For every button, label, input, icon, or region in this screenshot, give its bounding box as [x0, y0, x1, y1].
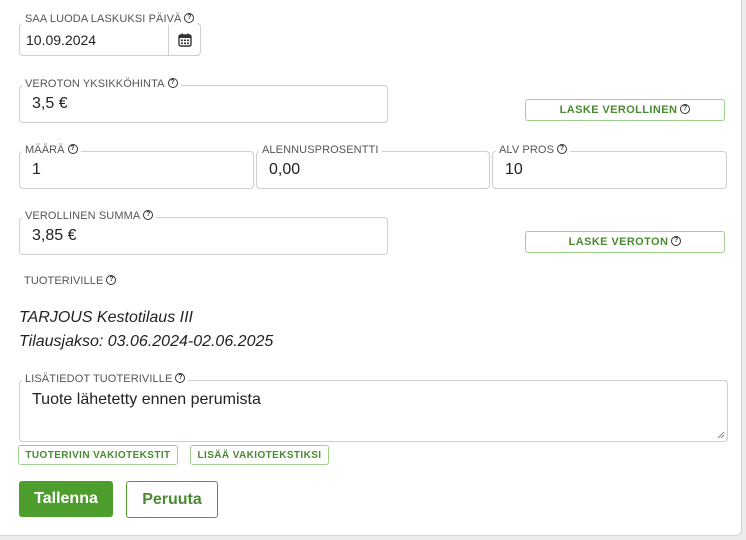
cancel-button[interactable]: Peruuta: [126, 481, 218, 518]
extra-info-textarea[interactable]: Tuote lähetetty ennen perumista: [19, 380, 728, 442]
invoice-date-label: SAA LUODA LASKUKSI PÄIVÄ?: [22, 13, 198, 25]
vat-label: ALV PROS?: [496, 144, 571, 156]
help-icon: ?: [671, 236, 682, 246]
product-rows-label: TUOTERIVILLE?: [21, 275, 120, 287]
calendar-button[interactable]: [168, 23, 201, 56]
product-line-2: Tilausjakso: 03.06.2024-02.06.2025: [19, 333, 274, 350]
standard-texts-button[interactable]: TUOTERIVIN VAKIOTEKSTIT: [18, 445, 178, 465]
help-icon[interactable]: ?: [557, 144, 568, 155]
quantity-label: MÄÄRÄ?: [22, 144, 81, 156]
invoice-date-value: 10.09.2024: [26, 31, 97, 48]
unit-price-input[interactable]: 3,5 €: [19, 85, 388, 123]
quantity-value: 1: [32, 161, 41, 178]
vat-input[interactable]: 10: [492, 151, 727, 189]
discount-value: 0,00: [269, 161, 301, 178]
product-line-1: TARJOUS Kestotilaus III: [19, 309, 193, 326]
extra-info-label: LISÄTIEDOT TUOTERIVILLE?: [22, 373, 189, 385]
add-standard-text-button[interactable]: LISÄÄ VAKIOTEKSTIKSI: [190, 445, 329, 465]
quantity-input[interactable]: 1: [19, 151, 254, 189]
taxed-sum-value: 3,85 €: [32, 227, 77, 244]
discount-input[interactable]: 0,00: [256, 151, 490, 189]
taxed-sum-label: VEROLLINEN SUMMA?: [22, 210, 157, 222]
calc-taxed-button[interactable]: LASKE VEROLLINEN?: [525, 99, 725, 121]
invoice-date-input[interactable]: 10.09.2024: [19, 23, 169, 56]
calendar-icon: [177, 33, 192, 47]
help-icon[interactable]: ?: [167, 78, 178, 89]
calc-untaxed-button[interactable]: LASKE VEROTON?: [525, 231, 725, 253]
help-icon: ?: [680, 104, 691, 114]
save-button[interactable]: Tallenna: [19, 481, 113, 517]
resize-handle-icon[interactable]: [717, 431, 725, 439]
invoice-row-form: SAA LUODA LASKUKSI PÄIVÄ? 10.09.2024 VER…: [0, 0, 742, 536]
vat-value: 10: [505, 161, 523, 178]
extra-info-value: Tuote lähetetty ennen perumista: [32, 391, 261, 408]
help-icon[interactable]: ?: [67, 144, 78, 155]
unit-price-label: VEROTON YKSIKKÖHINTA?: [22, 78, 181, 90]
help-icon[interactable]: ?: [175, 373, 186, 384]
help-icon[interactable]: ?: [184, 13, 195, 24]
help-icon[interactable]: ?: [143, 210, 154, 221]
discount-label: ALENNUSPROSENTTI: [259, 144, 382, 156]
taxed-sum-input[interactable]: 3,85 €: [19, 217, 388, 255]
help-icon[interactable]: ?: [106, 275, 117, 286]
unit-price-value: 3,5 €: [32, 95, 68, 112]
